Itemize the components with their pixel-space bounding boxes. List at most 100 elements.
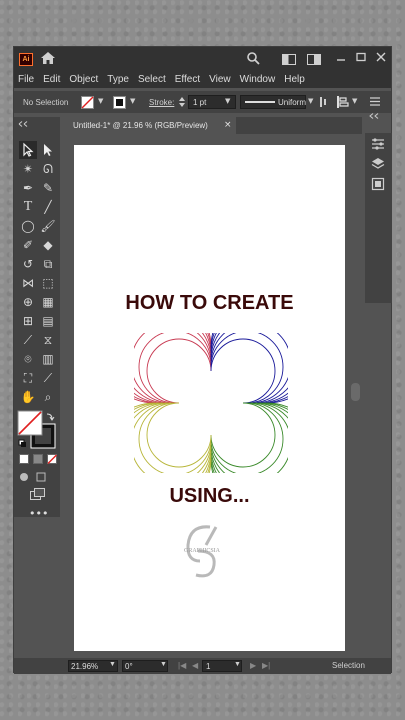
document-tab[interactable]: Untitled-1* @ 21.96 % (RGB/Preview) bbox=[68, 117, 236, 134]
maximize-icon[interactable] bbox=[356, 52, 366, 62]
subline-text: USING... bbox=[169, 485, 250, 507]
paintbrush-tool-icon[interactable]: 🖌 bbox=[39, 217, 57, 235]
next-artboard-icon[interactable]: ▶ bbox=[250, 661, 256, 670]
illustrator-window: Ai File Edit Object Type Select Effect V… bbox=[13, 46, 392, 674]
artboard-dropdown-icon[interactable]: ▼ bbox=[234, 661, 241, 668]
align-icon[interactable] bbox=[336, 95, 350, 109]
blend-tool-icon[interactable]: ⧖ bbox=[39, 331, 57, 349]
canvas-area[interactable]: HOW TO CREATE USING... GRAPHICSIA bbox=[68, 135, 362, 655]
free-transform-tool-icon[interactable]: ⬚ bbox=[39, 274, 57, 292]
hand-tool-icon[interactable]: ✋ bbox=[19, 388, 37, 406]
stroke-stepper-icon[interactable] bbox=[178, 96, 186, 108]
tab-close-icon[interactable]: × bbox=[224, 117, 232, 134]
arrange-documents-icon[interactable] bbox=[282, 54, 296, 65]
tools-panel: ✴ ᘏ ✒ ✎ T ╱ ◯ 🖌 ✐ ◆ ↺ ⧉ ⋈ ⬚ ⊕ ▦ ⊞ ▤ ⟋ ⧖ … bbox=[14, 117, 60, 520]
stroke-label[interactable]: Stroke: bbox=[149, 98, 174, 107]
first-artboard-icon[interactable]: |◀ bbox=[178, 661, 186, 670]
eraser-tool-icon[interactable]: ◆ bbox=[39, 236, 57, 254]
menu-bar: File Edit Object Type Select Effect View… bbox=[14, 71, 391, 88]
title-bar: Ai bbox=[14, 47, 391, 71]
color-mode-icons[interactable] bbox=[19, 454, 57, 464]
stroke-swatch-icon[interactable] bbox=[113, 96, 126, 109]
interlocking-rings-artwork[interactable] bbox=[134, 333, 288, 473]
artboard[interactable]: HOW TO CREATE USING... GRAPHICSIA bbox=[74, 145, 345, 651]
stroke-dropdown-icon[interactable]: ▼ bbox=[130, 97, 135, 105]
fill-dropdown-icon[interactable]: ▼ bbox=[98, 97, 103, 105]
ring-yellow bbox=[134, 402, 212, 473]
right-panel-dock bbox=[365, 113, 392, 303]
ellipse-tool-icon[interactable]: ◯ bbox=[19, 217, 37, 235]
type-tool-icon[interactable]: T bbox=[19, 198, 37, 216]
menu-window[interactable]: Window bbox=[240, 74, 276, 85]
status-bar: 21.96% ▼ 0° ▼ |◀ ◀ 1 ▼ ▶ ▶| Selection bbox=[14, 658, 391, 674]
properties-panel-icon[interactable] bbox=[371, 137, 385, 151]
menu-select[interactable]: Select bbox=[138, 74, 166, 85]
svg-text:GRAPHICSIA: GRAPHICSIA bbox=[184, 548, 221, 554]
search-icon[interactable] bbox=[246, 51, 260, 65]
gradient-tool-icon[interactable]: ▤ bbox=[39, 312, 57, 330]
menu-object[interactable]: Object bbox=[69, 74, 98, 85]
headline-text: HOW TO CREATE bbox=[125, 292, 294, 314]
eyedropper-tool-icon[interactable]: ⟋ bbox=[19, 331, 37, 349]
ring-red bbox=[134, 333, 212, 404]
layers-panel-icon[interactable] bbox=[371, 157, 385, 171]
previous-artboard-icon[interactable]: ◀ bbox=[192, 661, 198, 670]
last-artboard-icon[interactable]: ▶| bbox=[262, 661, 270, 670]
menu-edit[interactable]: Edit bbox=[43, 74, 60, 85]
line-tool-icon[interactable]: ╱ bbox=[39, 198, 57, 216]
width-tool-icon[interactable]: ⋈ bbox=[19, 274, 37, 292]
rotate-tool-icon[interactable]: ↺ bbox=[19, 255, 37, 273]
slice-tool-icon[interactable]: ⟋ bbox=[39, 369, 57, 387]
vertical-scrollbar-thumb[interactable] bbox=[351, 383, 360, 401]
fill-stroke-swatches-icon[interactable] bbox=[17, 410, 59, 450]
menu-type[interactable]: Type bbox=[107, 74, 129, 85]
document-tab-bar: Untitled-1* @ 21.96 % (RGB/Preview) × bbox=[68, 117, 362, 134]
scale-tool-icon[interactable]: ⧉ bbox=[39, 255, 57, 273]
libraries-panel-icon[interactable] bbox=[371, 177, 385, 191]
symbol-sprayer-tool-icon[interactable]: ⌾ bbox=[19, 350, 37, 368]
align-dropdown-icon[interactable]: ▼ bbox=[352, 97, 357, 105]
shaper-tool-icon[interactable]: ✐ bbox=[19, 236, 37, 254]
mesh-tool-icon[interactable]: ⊞ bbox=[19, 312, 37, 330]
menu-effect[interactable]: Effect bbox=[175, 74, 200, 85]
ring-green bbox=[210, 402, 288, 473]
panel-collapse-icon[interactable] bbox=[18, 121, 28, 127]
profile-dropdown-icon[interactable]: ▼ bbox=[308, 97, 313, 105]
screen-mode-icon[interactable] bbox=[30, 488, 46, 500]
zoom-dropdown-icon[interactable]: ▼ bbox=[109, 661, 116, 668]
menu-view[interactable]: View bbox=[209, 74, 231, 85]
home-icon[interactable] bbox=[40, 51, 56, 65]
dock-collapse-icon[interactable] bbox=[369, 113, 379, 119]
menu-help[interactable]: Help bbox=[284, 74, 305, 85]
perspective-grid-tool-icon[interactable]: ▦ bbox=[39, 293, 57, 311]
magic-wand-tool-icon[interactable]: ✴ bbox=[19, 160, 37, 178]
current-tool-status: Selection bbox=[332, 661, 365, 670]
graphicsia-watermark-logo: GRAPHICSIA bbox=[184, 525, 221, 578]
stroke-weight-dropdown-icon[interactable]: ▼ bbox=[225, 97, 230, 105]
menu-file[interactable]: File bbox=[18, 74, 34, 85]
control-bar: No Selection ▼ ▼ Stroke: 1 pt ▼ Uniform … bbox=[14, 91, 391, 113]
properties-icon[interactable] bbox=[319, 96, 327, 108]
artboard-tool-icon[interactable]: ⛶ bbox=[19, 369, 37, 387]
minimize-icon[interactable] bbox=[336, 52, 346, 62]
shape-builder-tool-icon[interactable]: ⊕ bbox=[19, 293, 37, 311]
rotation-dropdown-icon[interactable]: ▼ bbox=[160, 661, 167, 668]
curvature-tool-icon[interactable]: ✎ bbox=[39, 179, 57, 197]
workspace-icon[interactable] bbox=[307, 54, 321, 65]
stroke-profile-select[interactable]: Uniform bbox=[240, 95, 306, 109]
panel-menu-icon[interactable] bbox=[370, 97, 380, 106]
app-logo: Ai bbox=[19, 53, 33, 66]
fill-swatch-none-icon[interactable] bbox=[81, 96, 94, 109]
direct-selection-tool-icon[interactable] bbox=[39, 141, 57, 159]
column-graph-tool-icon[interactable]: ▥ bbox=[39, 350, 57, 368]
ring-blue bbox=[210, 333, 288, 404]
zoom-tool-icon[interactable]: ⌕ bbox=[39, 388, 57, 406]
profile-line-icon bbox=[245, 101, 275, 103]
draw-mode-icons[interactable] bbox=[19, 471, 49, 483]
selection-tool-icon[interactable] bbox=[19, 141, 37, 159]
lasso-tool-icon[interactable]: ᘏ bbox=[39, 160, 57, 178]
close-icon[interactable] bbox=[376, 52, 386, 62]
pen-tool-icon[interactable]: ✒ bbox=[19, 179, 37, 197]
selection-status: No Selection bbox=[23, 98, 69, 107]
edit-toolbar-icon[interactable]: ••• bbox=[29, 507, 48, 520]
